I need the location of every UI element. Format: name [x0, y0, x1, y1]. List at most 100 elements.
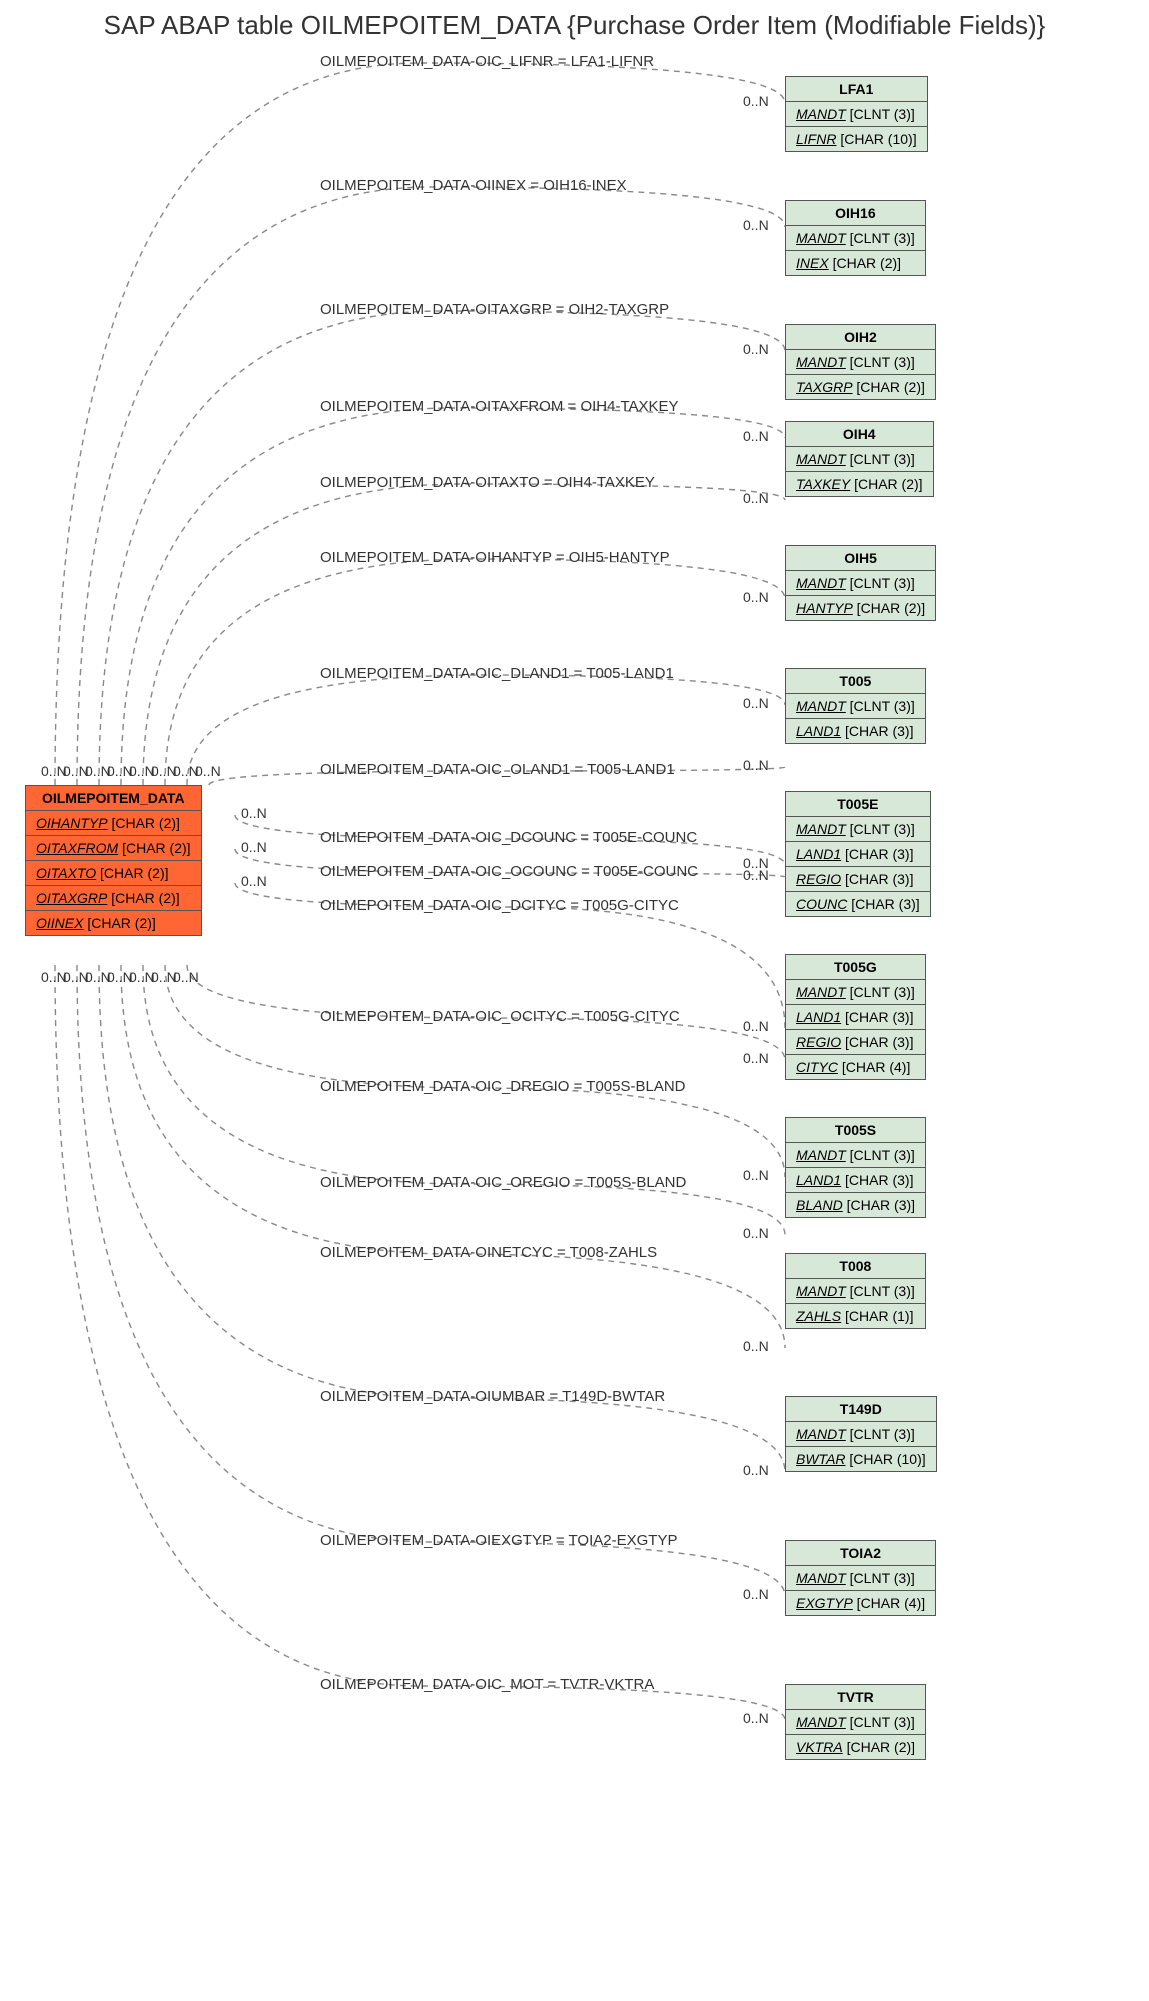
entity-header: OIH5 [786, 546, 935, 571]
entity-field: LIFNR [CHAR (10)] [786, 127, 927, 151]
relation-label: OILMEPOITEM_DATA-OITAXFROM = OIH4-TAXKEY [320, 398, 679, 415]
entity-field: LAND1 [CHAR (3)] [786, 719, 925, 743]
cardinality-right: 0..N [743, 1225, 769, 1241]
cardinality-right: 0..N [743, 428, 769, 444]
cardinality-right: 0..N [743, 217, 769, 233]
relation-label: OILMEPOITEM_DATA-OIC_LIFNR = LFA1-LIFNR [320, 53, 654, 70]
entity-field: REGIO [CHAR (3)] [786, 1030, 925, 1055]
relation-label: OILMEPOITEM_DATA-OIC_OCITYC = T005G-CITY… [320, 1008, 680, 1025]
cardinality-right: 0..N [743, 93, 769, 109]
entity-header: TVTR [786, 1685, 925, 1710]
cardinality-right: 0..N [743, 341, 769, 357]
cardinality-right: 0..N [743, 1338, 769, 1354]
entity-field: BLAND [CHAR (3)] [786, 1193, 925, 1217]
entity-field: ZAHLS [CHAR (1)] [786, 1304, 925, 1328]
cardinality-right: 0..N [743, 757, 769, 773]
cardinality-left: 0..N [107, 969, 133, 985]
entity-field: INEX [CHAR (2)] [786, 251, 925, 275]
entity-field: VKTRA [CHAR (2)] [786, 1735, 925, 1759]
entity-field: OITAXFROM [CHAR (2)] [26, 836, 201, 861]
entity-field: TAXKEY [CHAR (2)] [786, 472, 933, 496]
cardinality-left: 0..N [241, 873, 267, 889]
entity-field: OITAXGRP [CHAR (2)] [26, 886, 201, 911]
relation-label: OILMEPOITEM_DATA-OIC_OLAND1 = T005-LAND1 [320, 761, 675, 778]
cardinality-right: 0..N [743, 589, 769, 605]
entity-field: OIINEX [CHAR (2)] [26, 911, 201, 935]
relation-label: OILMEPOITEM_DATA-OIC_DCITYC = T005G-CITY… [320, 897, 679, 914]
relation-label: OILMEPOITEM_DATA-OIC_OCOUNC = T005E-COUN… [320, 863, 698, 880]
entity-header: LFA1 [786, 77, 927, 102]
entity-t005: T005MANDT [CLNT (3)]LAND1 [CHAR (3)] [785, 668, 926, 744]
entity-field: LAND1 [CHAR (3)] [786, 1005, 925, 1030]
entity-oilmepoitem_data: OILMEPOITEM_DATAOIHANTYP [CHAR (2)]OITAX… [25, 785, 202, 936]
entity-field: MANDT [CLNT (3)] [786, 102, 927, 127]
relation-label: OILMEPOITEM_DATA-OITAXTO = OIH4-TAXKEY [320, 474, 655, 491]
entity-header: OIH4 [786, 422, 933, 447]
entity-field: REGIO [CHAR (3)] [786, 867, 930, 892]
entity-field: MANDT [CLNT (3)] [786, 1422, 936, 1447]
entity-field: BWTAR [CHAR (10)] [786, 1447, 936, 1471]
entity-field: MANDT [CLNT (3)] [786, 1566, 935, 1591]
cardinality-right: 0..N [743, 1018, 769, 1034]
entity-field: MANDT [CLNT (3)] [786, 1710, 925, 1735]
relation-label: OILMEPOITEM_DATA-OIC_OREGIO = T005S-BLAN… [320, 1174, 686, 1191]
entity-toia2: TOIA2MANDT [CLNT (3)]EXGTYP [CHAR (4)] [785, 1540, 936, 1616]
relation-label: OILMEPOITEM_DATA-OINETCYC = T008-ZAHLS [320, 1244, 657, 1261]
entity-header: OIH16 [786, 201, 925, 226]
entity-field: OITAXTO [CHAR (2)] [26, 861, 201, 886]
cardinality-right: 0..N [743, 695, 769, 711]
cardinality-left: 0..N [241, 839, 267, 855]
entity-field: COUNC [CHAR (3)] [786, 892, 930, 916]
entity-t005e: T005EMANDT [CLNT (3)]LAND1 [CHAR (3)]REG… [785, 791, 931, 917]
cardinality-right: 0..N [743, 1586, 769, 1602]
entity-field: MANDT [CLNT (3)] [786, 1279, 925, 1304]
entity-header: T005 [786, 669, 925, 694]
cardinality-right: 0..N [743, 1050, 769, 1066]
entity-oih4: OIH4MANDT [CLNT (3)]TAXKEY [CHAR (2)] [785, 421, 934, 497]
entity-oih16: OIH16MANDT [CLNT (3)]INEX [CHAR (2)] [785, 200, 926, 276]
cardinality-left: 0..N [173, 969, 199, 985]
relation-label: OILMEPOITEM_DATA-OIC_DLAND1 = T005-LAND1 [320, 665, 674, 682]
entity-field: MANDT [CLNT (3)] [786, 226, 925, 251]
entity-header: OILMEPOITEM_DATA [26, 786, 201, 811]
cardinality-left: 0..N [241, 805, 267, 821]
entity-t005g: T005GMANDT [CLNT (3)]LAND1 [CHAR (3)]REG… [785, 954, 926, 1080]
cardinality-right: 0..N [743, 1462, 769, 1478]
entity-t149d: T149DMANDT [CLNT (3)]BWTAR [CHAR (10)] [785, 1396, 937, 1472]
cardinality-right: 0..N [743, 867, 769, 883]
entity-oih5: OIH5MANDT [CLNT (3)]HANTYP [CHAR (2)] [785, 545, 936, 621]
cardinality-right: 0..N [743, 1167, 769, 1183]
relation-label: OILMEPOITEM_DATA-OIINEX = OIH16-INEX [320, 177, 627, 194]
entity-field: CITYC [CHAR (4)] [786, 1055, 925, 1079]
entity-field: EXGTYP [CHAR (4)] [786, 1591, 935, 1615]
entity-t008: T008MANDT [CLNT (3)]ZAHLS [CHAR (1)] [785, 1253, 926, 1329]
entity-t005s: T005SMANDT [CLNT (3)]LAND1 [CHAR (3)]BLA… [785, 1117, 926, 1218]
entity-header: T005G [786, 955, 925, 980]
cardinality-left: 0..N [129, 969, 155, 985]
entity-field: OIHANTYP [CHAR (2)] [26, 811, 201, 836]
relation-label: OILMEPOITEM_DATA-OIC_MOT = TVTR-VKTRA [320, 1676, 654, 1693]
entity-field: TAXGRP [CHAR (2)] [786, 375, 935, 399]
entity-field: LAND1 [CHAR (3)] [786, 842, 930, 867]
entity-header: T008 [786, 1254, 925, 1279]
relation-label: OILMEPOITEM_DATA-OIC_DREGIO = T005S-BLAN… [320, 1078, 686, 1095]
entity-lfa1: LFA1MANDT [CLNT (3)]LIFNR [CHAR (10)] [785, 76, 928, 152]
relation-label: OILMEPOITEM_DATA-OIHANTYP = OIH5-HANTYP [320, 549, 670, 566]
entity-field: MANDT [CLNT (3)] [786, 350, 935, 375]
entity-header: T005E [786, 792, 930, 817]
cardinality-left: 0..N [41, 969, 67, 985]
entity-header: TOIA2 [786, 1541, 935, 1566]
diagram-title: SAP ABAP table OILMEPOITEM_DATA {Purchas… [104, 10, 1046, 41]
entity-header: T005S [786, 1118, 925, 1143]
relation-label: OILMEPOITEM_DATA-OITAXGRP = OIH2-TAXGRP [320, 301, 669, 318]
relation-label: OILMEPOITEM_DATA-OIEXGTYP = TOIA2-EXGTYP [320, 1532, 677, 1549]
entity-tvtr: TVTRMANDT [CLNT (3)]VKTRA [CHAR (2)] [785, 1684, 926, 1760]
entity-oih2: OIH2MANDT [CLNT (3)]TAXGRP [CHAR (2)] [785, 324, 936, 400]
entity-field: MANDT [CLNT (3)] [786, 1143, 925, 1168]
entity-header: T149D [786, 1397, 936, 1422]
entity-field: HANTYP [CHAR (2)] [786, 596, 935, 620]
cardinality-left: 0..N [63, 969, 89, 985]
entity-header: OIH2 [786, 325, 935, 350]
cardinality-left: 0..N [85, 969, 111, 985]
entity-field: MANDT [CLNT (3)] [786, 447, 933, 472]
